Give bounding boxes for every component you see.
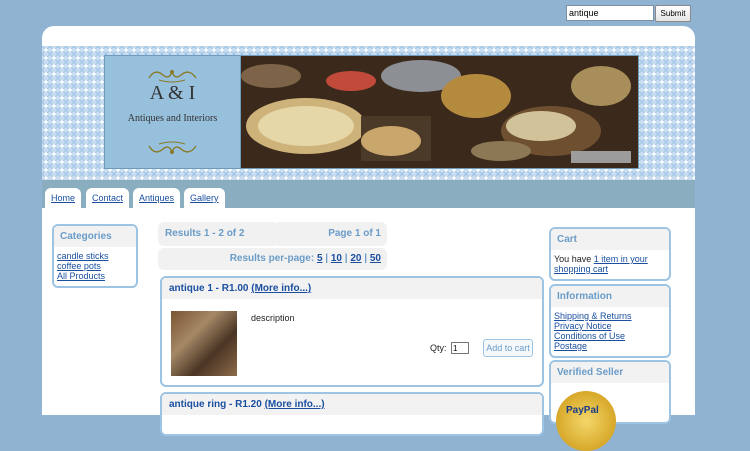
logo-subtitle: Antiques and Interiors — [127, 113, 218, 124]
product-title: antique 1 - R1.00 (More info...) — [162, 278, 542, 299]
separator: | — [364, 253, 368, 264]
per-page-selector: Results per-page: 5 | 10 | 20 | 50 — [158, 248, 387, 270]
header-banner: A & I Antiques and Interiors — [42, 46, 695, 180]
product-card: antique ring - R1.20 (More info...) — [160, 392, 544, 436]
tab-gallery[interactable]: Gallery — [184, 188, 225, 208]
separator: | — [325, 253, 329, 264]
banner-photo — [240, 55, 639, 169]
category-candle-sticks[interactable]: candle sticks — [57, 251, 133, 261]
logo-title: A & I — [149, 82, 196, 104]
information-heading: Information — [551, 286, 669, 307]
antiques-collage-image — [241, 56, 638, 168]
results-summary: Results 1 - 2 of 2 — [158, 222, 279, 246]
product-name-price: antique ring - R1.20 — [169, 399, 262, 410]
nav-bar: Home Contact Antiques Gallery — [42, 180, 695, 208]
top-flourish-icon — [148, 70, 197, 83]
verified-seller-box: Verified Seller PayPal — [549, 360, 671, 451]
tab-home-link[interactable]: Home — [51, 193, 75, 203]
categories-box: Categories candle sticks coffee pots All… — [52, 224, 138, 288]
info-shipping-returns[interactable]: Shipping & Returns — [554, 311, 666, 321]
header-cap — [42, 26, 695, 46]
logo[interactable]: A & I Antiques and Interiors — [104, 55, 241, 169]
paypal-verified-seal-icon[interactable]: PayPal — [556, 391, 616, 451]
qty-label: Qty: — [430, 343, 447, 353]
separator: | — [344, 253, 348, 264]
per-page-5[interactable]: 5 — [317, 253, 323, 264]
category-coffee-pots[interactable]: coffee pots — [57, 261, 133, 271]
tab-gallery-link[interactable]: Gallery — [190, 193, 219, 203]
page-indicator: Page 1 of 1 — [274, 222, 387, 246]
per-page-label: Results per-page: — [229, 253, 315, 264]
per-page-50[interactable]: 50 — [370, 253, 381, 264]
search-input[interactable] — [566, 5, 654, 21]
per-page-20[interactable]: 20 — [350, 253, 361, 264]
more-info-link[interactable]: (More info...) — [265, 399, 325, 410]
info-postage[interactable]: Postage — [554, 341, 666, 351]
verified-seller-heading: Verified Seller — [551, 362, 669, 383]
product-description: description — [251, 313, 295, 323]
add-to-cart-button[interactable]: Add to cart — [483, 339, 533, 357]
cart-text: You have — [554, 254, 592, 264]
category-all-products[interactable]: All Products — [57, 271, 133, 281]
main-content: Categories candle sticks coffee pots All… — [42, 208, 695, 451]
product-thumbnail[interactable] — [171, 311, 237, 376]
cart-heading: Cart — [551, 229, 669, 250]
cart-link-line2[interactable]: shopping cart — [554, 264, 666, 274]
info-privacy-notice[interactable]: Privacy Notice — [554, 321, 666, 331]
information-box: Information Shipping & Returns Privacy N… — [549, 284, 671, 358]
cart-box: Cart You have 1 item in your shopping ca… — [549, 227, 671, 281]
bottom-flourish-icon — [148, 141, 197, 154]
information-list: Shipping & Returns Privacy Notice Condit… — [551, 307, 669, 354]
tab-contact-link[interactable]: Contact — [92, 193, 123, 203]
submit-button[interactable]: Submit — [655, 5, 691, 22]
product-title: antique ring - R1.20 (More info...) — [162, 394, 542, 415]
per-page-10[interactable]: 10 — [331, 253, 342, 264]
categories-list: candle sticks coffee pots All Products — [54, 247, 136, 284]
cart-body: You have 1 item in your shopping cart — [551, 250, 669, 277]
paypal-badge-text: PayPal — [566, 405, 599, 416]
tab-antiques-link[interactable]: Antiques — [139, 193, 174, 203]
product-card: antique 1 - R1.00 (More info...) descrip… — [160, 276, 544, 387]
tab-antiques[interactable]: Antiques — [133, 188, 181, 208]
tab-home[interactable]: Home — [45, 188, 82, 208]
more-info-link[interactable]: (More info...) — [251, 283, 311, 294]
tab-contact[interactable]: Contact — [86, 188, 130, 208]
cart-link-line1[interactable]: 1 item in your — [594, 254, 648, 264]
product-name-price: antique 1 - R1.00 — [169, 283, 249, 294]
qty-input[interactable] — [451, 342, 469, 354]
categories-heading: Categories — [54, 226, 136, 247]
info-conditions-of-use[interactable]: Conditions of Use — [554, 331, 666, 341]
